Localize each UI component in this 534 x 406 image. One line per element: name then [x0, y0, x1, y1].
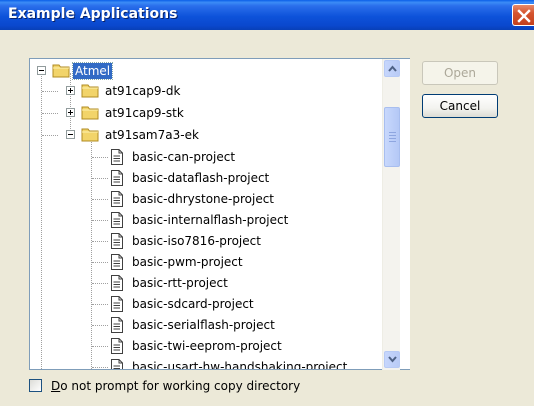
- tree-line-branch: [92, 283, 108, 284]
- tree-node-label-project: basic-dataflash-project: [132, 171, 270, 185]
- window-title: Example Applications: [8, 6, 178, 22]
- tree-node-label-group: at91sam7a3-ek: [105, 128, 199, 142]
- no-prompt-label-mnemonic: D: [51, 379, 61, 393]
- tree-node-label-group: at91cap9-stk: [105, 106, 184, 120]
- no-prompt-label[interactable]: Do not prompt for working copy directory: [51, 378, 300, 394]
- tree-node-label-project: basic-sdcard-project: [132, 297, 254, 311]
- tree-node-label-root: Atmel: [71, 62, 114, 80]
- chevron-down-icon: [388, 356, 397, 363]
- tree-node-project[interactable]: basic-dataflash-project: [30, 168, 390, 188]
- tree-node-project[interactable]: basic-rtt-project: [30, 273, 390, 293]
- document-icon: [111, 212, 123, 228]
- tree-line-branch: [92, 157, 108, 158]
- tree-node-project[interactable]: basic-can-project: [30, 147, 390, 167]
- tree-node-label-group: at91cap9-dk: [105, 84, 181, 98]
- tree-line-branch: [42, 135, 58, 136]
- document-icon: [111, 338, 123, 354]
- tree-node-project[interactable]: basic-serialflash-project: [30, 315, 390, 335]
- tree-node-label-project: basic-can-project: [132, 150, 236, 164]
- close-icon: [517, 9, 531, 23]
- grip-line: [389, 132, 396, 133]
- tree-node-project[interactable]: basic-sdcard-project: [30, 294, 390, 314]
- open-button[interactable]: Open: [422, 61, 498, 85]
- no-prompt-label-text: o not prompt for working copy directory: [60, 379, 301, 393]
- document-icon: [111, 149, 123, 165]
- grip-line: [389, 135, 396, 136]
- tree-line-branch: [92, 367, 108, 368]
- folder-icon: [81, 106, 99, 120]
- scroll-up-button[interactable]: [384, 60, 400, 77]
- tree-line-branch: [92, 346, 108, 347]
- tree-node-project[interactable]: basic-usart-hw-handshaking-project: [30, 357, 390, 370]
- document-icon: [111, 170, 123, 186]
- tree-node-label-project: basic-serialflash-project: [132, 318, 275, 332]
- tree-line-branch: [92, 325, 108, 326]
- tree-line-branch: [42, 113, 58, 114]
- document-icon: [111, 275, 123, 291]
- tree-line-branch: [42, 91, 58, 92]
- tree-node-project[interactable]: basic-internalflash-project: [30, 210, 390, 230]
- collapse-group-icon[interactable]: [66, 130, 75, 139]
- expand-group-icon[interactable]: [66, 108, 75, 117]
- grip-line: [389, 141, 396, 142]
- grip-line: [389, 138, 396, 139]
- document-icon: [111, 317, 123, 333]
- folder-icon: [81, 84, 99, 98]
- tree-node-label-project: basic-pwm-project: [132, 255, 243, 269]
- tree-node-label-project: basic-rtt-project: [132, 276, 228, 290]
- folder-icon: [81, 128, 99, 142]
- tree-line-branch: [92, 304, 108, 305]
- tree-line-branch: [92, 199, 108, 200]
- no-prompt-checkbox[interactable]: [29, 379, 42, 392]
- tree-content: Atmel at91cap9-dk at91cap9-stk at91sam7a…: [30, 59, 394, 370]
- collapse-root-icon[interactable]: [37, 66, 46, 75]
- cancel-button[interactable]: Cancel: [422, 94, 498, 118]
- tree-node-project[interactable]: basic-twi-eeprom-project: [30, 336, 390, 356]
- document-icon: [111, 296, 123, 312]
- document-icon: [111, 359, 123, 369]
- example-tree-view[interactable]: Atmel at91cap9-dk at91cap9-stk at91sam7a…: [29, 58, 410, 370]
- tree-node-label-project: basic-dhrystone-project: [132, 192, 275, 206]
- tree-node-root[interactable]: Atmel: [30, 61, 150, 81]
- tree-node-label-project: basic-twi-eeprom-project: [132, 339, 282, 353]
- title-bar[interactable]: Example Applications: [0, 0, 534, 30]
- document-icon: [111, 233, 123, 249]
- tree-line-branch: [92, 178, 108, 179]
- tree-node-group[interactable]: at91sam7a3-ek: [30, 125, 230, 145]
- tree-node-project[interactable]: basic-iso7816-project: [30, 231, 390, 251]
- document-icon: [111, 191, 123, 207]
- tree-node-project[interactable]: basic-dhrystone-project: [30, 189, 390, 209]
- document-icon: [111, 254, 123, 270]
- scroll-down-button[interactable]: [384, 351, 400, 368]
- chevron-up-icon: [388, 65, 397, 72]
- tree-node-label-project: basic-usart-hw-handshaking-project: [132, 360, 348, 370]
- tree-node-group[interactable]: at91cap9-stk: [30, 103, 230, 123]
- tree-node-project[interactable]: basic-pwm-project: [30, 252, 390, 272]
- tree-node-label-project: basic-iso7816-project: [132, 234, 261, 248]
- tree-line-branch: [92, 262, 108, 263]
- scroll-thumb[interactable]: [384, 107, 400, 167]
- close-button[interactable]: [512, 4, 534, 26]
- tree-node-label-project: basic-internalflash-project: [132, 213, 289, 227]
- tree-node-group[interactable]: at91cap9-dk: [30, 81, 230, 101]
- tree-line-branch: [92, 220, 108, 221]
- tree-vertical-scrollbar[interactable]: [382, 59, 400, 370]
- tree-line-branch: [92, 241, 108, 242]
- folder-icon: [52, 64, 70, 78]
- expand-group-icon[interactable]: [66, 86, 75, 95]
